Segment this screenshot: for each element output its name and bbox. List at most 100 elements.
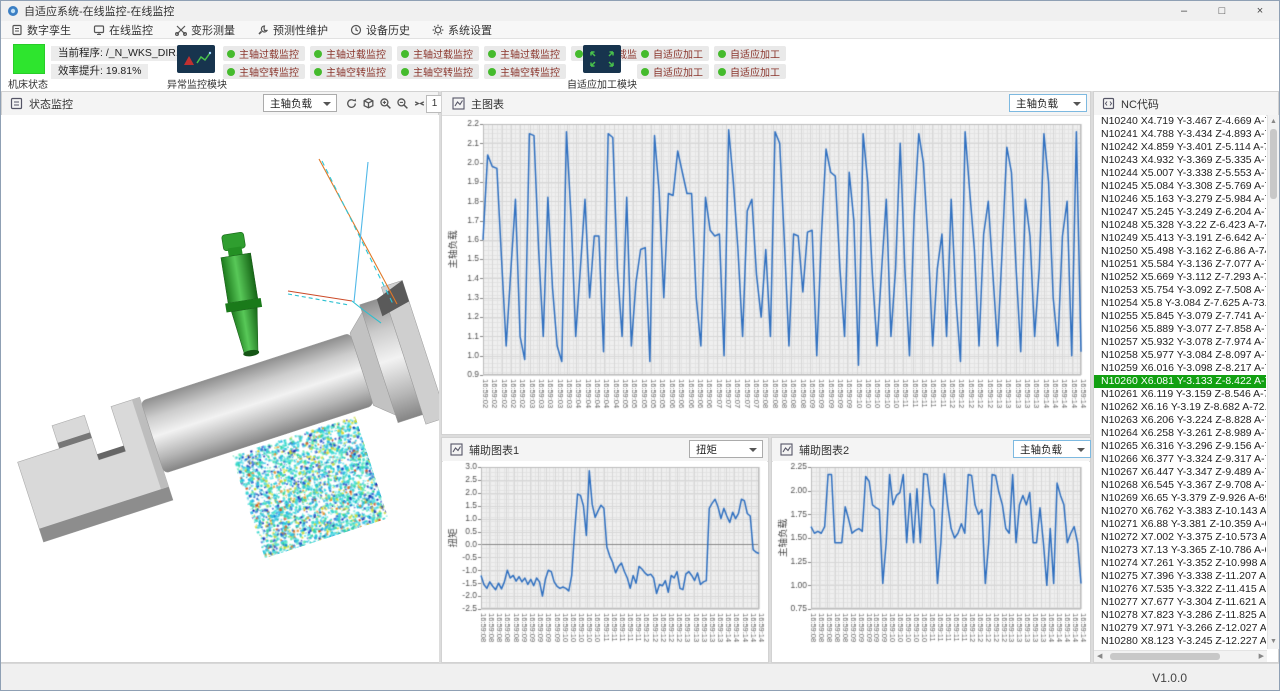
abnormal-monitor-module-icon[interactable]	[177, 45, 215, 73]
zoom-in-button[interactable]	[377, 95, 393, 111]
zoom-out-button[interactable]	[394, 95, 410, 111]
nc-line[interactable]: N10252 X5.669 Y-3.112 Z-7.293 A-73.844	[1094, 271, 1266, 284]
nc-line[interactable]: N10276 X7.535 Y-3.322 Z-11.415 A-65.22	[1094, 583, 1266, 596]
overload-monitor-chip-1[interactable]: 主轴过载监控	[310, 46, 392, 61]
overload-monitor-chip-3[interactable]: 主轴过载监控	[484, 46, 566, 61]
menu-item-label: 数字孪生	[27, 22, 71, 38]
nc-code-list[interactable]: N10240 X4.719 Y-3.467 Z-4.669 A-76.396N1…	[1094, 115, 1266, 649]
nc-line[interactable]: N10258 X5.977 Y-3.084 Z-8.097 A-73.138	[1094, 349, 1266, 362]
nc-line[interactable]: N10275 X7.396 Y-3.338 Z-11.207 A-65.95	[1094, 570, 1266, 583]
nc-line[interactable]: N10274 X7.261 Y-3.352 Z-10.998 A-66.67	[1094, 557, 1266, 570]
adaptive-chip-b-1[interactable]: 自适应加工	[714, 64, 786, 79]
nc-line[interactable]: N10248 X5.328 Y-3.22 Z-6.423 A-74.52 C	[1094, 219, 1266, 232]
menu-item-1[interactable]: 在线监控	[93, 22, 153, 38]
aux-chart1-canvas	[443, 461, 767, 661]
wrench-icon	[257, 24, 269, 36]
chip-label: 主轴过载监控	[326, 46, 386, 61]
view-metric-select[interactable]: 主轴负载	[263, 94, 337, 112]
nc-line[interactable]: N10269 X6.65 Y-3.379 Z-9.926 A-69.947 C	[1094, 492, 1266, 505]
nc-line[interactable]: N10243 X4.932 Y-3.369 Z-5.335 A-75.523	[1094, 154, 1266, 167]
scroll-down-icon[interactable]: ▼	[1270, 637, 1277, 647]
menu-item-3[interactable]: 预测性维护	[257, 22, 328, 38]
idle-monitor-chip-2[interactable]: 主轴空转监控	[397, 64, 479, 79]
idle-monitor-chip-3[interactable]: 主轴空转监控	[484, 64, 566, 79]
status-dot-icon	[718, 68, 726, 76]
overload-monitor-chip-0[interactable]: 主轴过载监控	[223, 46, 305, 61]
nc-line[interactable]: N10271 X6.88 Y-3.381 Z-10.359 A-68.711	[1094, 518, 1266, 531]
menu-item-4[interactable]: 设备历史	[350, 22, 410, 38]
menu-item-5[interactable]: 系统设置	[432, 22, 492, 38]
nc-line[interactable]: N10278 X7.823 Y-3.286 Z-11.825 A-63.73	[1094, 609, 1266, 622]
chip-label: 自适应加工	[653, 46, 703, 61]
nc-line[interactable]: N10257 X5.932 Y-3.078 Z-7.974 A-73.243	[1094, 336, 1266, 349]
main-chart-metric-select[interactable]: 主轴负载	[1009, 94, 1087, 112]
nc-vscroll-thumb[interactable]	[1270, 129, 1277, 199]
nc-line-selected[interactable]: N10260 X6.081 Y-3.133 Z-8.422 A-72.835	[1094, 375, 1266, 388]
nc-line[interactable]: N10250 X5.498 Y-3.162 Z-6.86 A-74.178 C	[1094, 245, 1266, 258]
pan-button[interactable]	[360, 95, 376, 111]
nc-line[interactable]: N10256 X5.889 Y-3.077 Z-7.858 A-73.348	[1094, 323, 1266, 336]
maximize-button[interactable]: □	[1203, 1, 1241, 21]
nc-line[interactable]: N10277 X7.677 Y-3.304 Z-11.621 A-64.48	[1094, 596, 1266, 609]
chip-label: 主轴空转监控	[326, 64, 386, 79]
nc-hscroll-thumb[interactable]	[1110, 653, 1220, 660]
status-dot-icon	[314, 68, 322, 76]
main-chart-title: 主图表	[471, 96, 504, 112]
nc-line[interactable]: N10268 X6.545 Y-3.367 Z-9.708 A-70.519	[1094, 479, 1266, 492]
nc-line[interactable]: N10270 X6.762 Y-3.383 Z-10.143 A-69.34	[1094, 505, 1266, 518]
nc-line[interactable]: N10240 X4.719 Y-3.467 Z-4.669 A-76.396	[1094, 115, 1266, 128]
minimize-button[interactable]: –	[1165, 1, 1203, 21]
nc-line[interactable]: N10280 X8.123 Y-3.245 Z-12.227 A-62.23	[1094, 635, 1266, 648]
nc-line[interactable]: N10242 X4.859 Y-3.401 Z-5.114 A-75.775	[1094, 141, 1266, 154]
adaptive-chip-0[interactable]: 自适应加工	[637, 46, 709, 61]
overload-monitor-chip-2[interactable]: 主轴过载监控	[397, 46, 479, 61]
idle-monitor-chip-0[interactable]: 主轴空转监控	[223, 64, 305, 79]
nc-line[interactable]: N10261 X6.119 Y-3.159 Z-8.546 A-72.701	[1094, 388, 1266, 401]
adaptive-chip-1[interactable]: 自适应加工	[714, 46, 786, 61]
nc-line[interactable]: N10265 X6.316 Y-3.296 Z-9.156 A-71.771	[1094, 440, 1266, 453]
nc-line[interactable]: N10255 X5.845 Y-3.079 Z-7.741 A-73.458	[1094, 310, 1266, 323]
scroll-up-icon[interactable]: ▲	[1270, 117, 1277, 127]
nc-line[interactable]: N10244 X5.007 Y-3.338 Z-5.553 A-75.297	[1094, 167, 1266, 180]
aux-chart1-metric-select[interactable]: 扭矩	[689, 440, 763, 458]
nc-line[interactable]: N10264 X6.258 Y-3.261 Z-8.989 A-72.072	[1094, 427, 1266, 440]
nc-line[interactable]: N10245 X5.084 Y-3.308 Z-5.769 A-75.088	[1094, 180, 1266, 193]
nc-line[interactable]: N10249 X5.413 Y-3.191 Z-6.642 A-74.346	[1094, 232, 1266, 245]
chip-label: 主轴空转监控	[500, 64, 560, 79]
nc-vertical-scrollbar[interactable]: ▲ ▼	[1267, 115, 1279, 649]
status-dot-icon	[488, 50, 496, 58]
aux-chart2-metric-value: 主轴负载	[1020, 442, 1062, 457]
nc-line[interactable]: N10241 X4.788 Y-3.434 Z-4.893 A-76.062	[1094, 128, 1266, 141]
fit-button[interactable]	[411, 95, 427, 111]
idle-monitor-chip-1[interactable]: 主轴空转监控	[310, 64, 392, 79]
scroll-right-icon[interactable]: ▶	[1259, 652, 1264, 662]
scroll-left-icon[interactable]: ◀	[1097, 652, 1102, 662]
nc-line[interactable]: N10266 X6.377 Y-3.324 Z-9.317 A-71.443	[1094, 453, 1266, 466]
nc-line[interactable]: N10272 X7.002 Y-3.375 Z-10.573 A-68.05	[1094, 531, 1266, 544]
rotate-button[interactable]	[343, 95, 359, 111]
nc-line[interactable]: N10246 X5.163 Y-3.279 Z-5.984 A-74.892	[1094, 193, 1266, 206]
aux-chart2-metric-select[interactable]: 主轴负载	[1013, 440, 1091, 458]
menu-item-0[interactable]: 数字孪生	[11, 22, 71, 38]
nc-line[interactable]: N10259 X6.016 Y-3.098 Z-8.217 A-73.036	[1094, 362, 1266, 375]
adaptive-chip-row-2: 自适应加工 自适应加工	[637, 64, 786, 79]
close-button[interactable]: ×	[1241, 1, 1279, 21]
nc-line[interactable]: N10273 X7.13 Y-3.365 Z-10.786 A-67.372	[1094, 544, 1266, 557]
nc-line[interactable]: N10267 X6.447 Y-3.347 Z-9.489 A-71.055	[1094, 466, 1266, 479]
nc-line[interactable]: N10247 X5.245 Y-3.249 Z-6.204 A-74.701	[1094, 206, 1266, 219]
menu-item-label: 系统设置	[448, 22, 492, 38]
nc-line[interactable]: N10262 X6.16 Y-3.19 Z-8.682 A-72.534 C	[1094, 401, 1266, 414]
nc-line[interactable]: N10263 X6.206 Y-3.224 Z-8.828 A-72.33 C	[1094, 414, 1266, 427]
nc-line[interactable]: N10279 X7.971 Y-3.266 Z-12.027 A-62.98	[1094, 622, 1266, 635]
machine-3d-view[interactable]	[1, 115, 439, 662]
menu-item-2[interactable]: 变形测量	[175, 22, 235, 38]
clock-icon	[350, 24, 362, 36]
adaptive-machining-module-icon[interactable]	[583, 45, 621, 73]
nc-line[interactable]: N10254 X5.8 Y-3.084 Z-7.625 A-73.571 C	[1094, 297, 1266, 310]
nc-horizontal-scrollbar[interactable]: ◀ ▶	[1094, 650, 1267, 662]
chip-label: 自适应加工	[730, 64, 780, 79]
status-bar: V1.0.0	[1, 663, 1279, 691]
nc-line[interactable]: N10251 X5.584 Y-3.136 Z-7.077 A-74.012	[1094, 258, 1266, 271]
nc-line[interactable]: N10253 X5.754 Y-3.092 Z-7.508 A-73.677	[1094, 284, 1266, 297]
adaptive-chip-b-0[interactable]: 自适应加工	[637, 64, 709, 79]
